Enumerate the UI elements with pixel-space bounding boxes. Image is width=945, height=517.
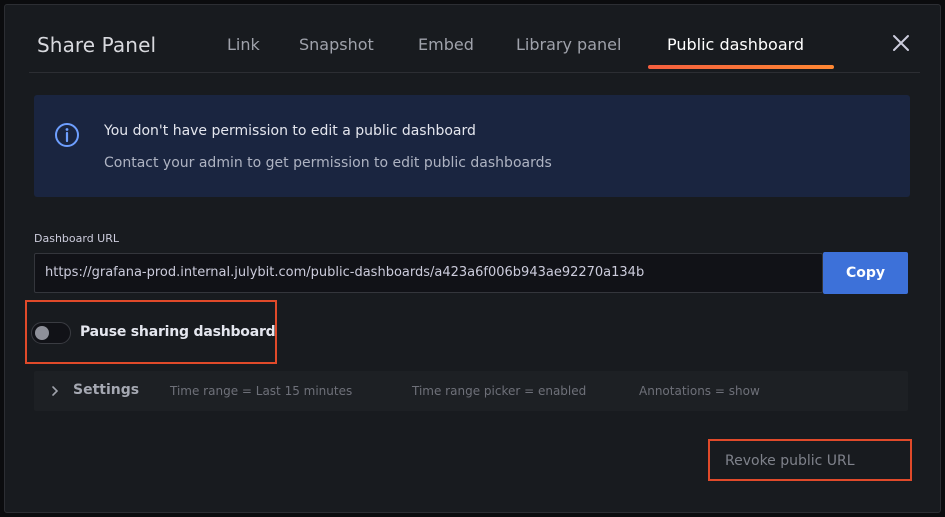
settings-summary-time-range: Time range = Last 15 minutes	[170, 384, 353, 398]
settings-collapse[interactable]: Settings Time range = Last 15 minutes Ti…	[34, 371, 908, 411]
modal-header: Share Panel Link Snapshot Embed Library …	[29, 19, 920, 73]
settings-summary-annotations: Annotations = show	[639, 384, 760, 398]
tab-public-dashboard[interactable]: Public dashboard	[667, 35, 804, 54]
settings-label: Settings	[73, 382, 140, 398]
info-icon	[54, 122, 80, 148]
active-tab-indicator	[648, 65, 834, 69]
dashboard-url-field[interactable]: https://grafana-prod.internal.julybit.co…	[34, 253, 823, 293]
tab-library-panel[interactable]: Library panel	[516, 35, 621, 54]
settings-summary-time-picker: Time range picker = enabled	[412, 384, 587, 398]
alert-title: You don't have permission to edit a publ…	[104, 123, 476, 139]
close-icon[interactable]	[889, 31, 913, 55]
tab-link[interactable]: Link	[227, 35, 260, 54]
alert-text: Contact your admin to get permission to …	[104, 155, 552, 171]
copy-button[interactable]: Copy	[823, 252, 908, 294]
dashboard-url-label: Dashboard URL	[34, 232, 119, 245]
chevron-right-icon	[50, 384, 62, 398]
tab-snapshot[interactable]: Snapshot	[299, 35, 374, 54]
modal-title: Share Panel	[37, 33, 157, 57]
share-panel-modal: Share Panel Link Snapshot Embed Library …	[4, 4, 941, 513]
revoke-highlight	[708, 439, 912, 481]
pause-sharing-highlight	[25, 300, 277, 364]
tab-embed[interactable]: Embed	[418, 35, 474, 54]
permission-info-alert: You don't have permission to edit a publ…	[34, 95, 910, 197]
